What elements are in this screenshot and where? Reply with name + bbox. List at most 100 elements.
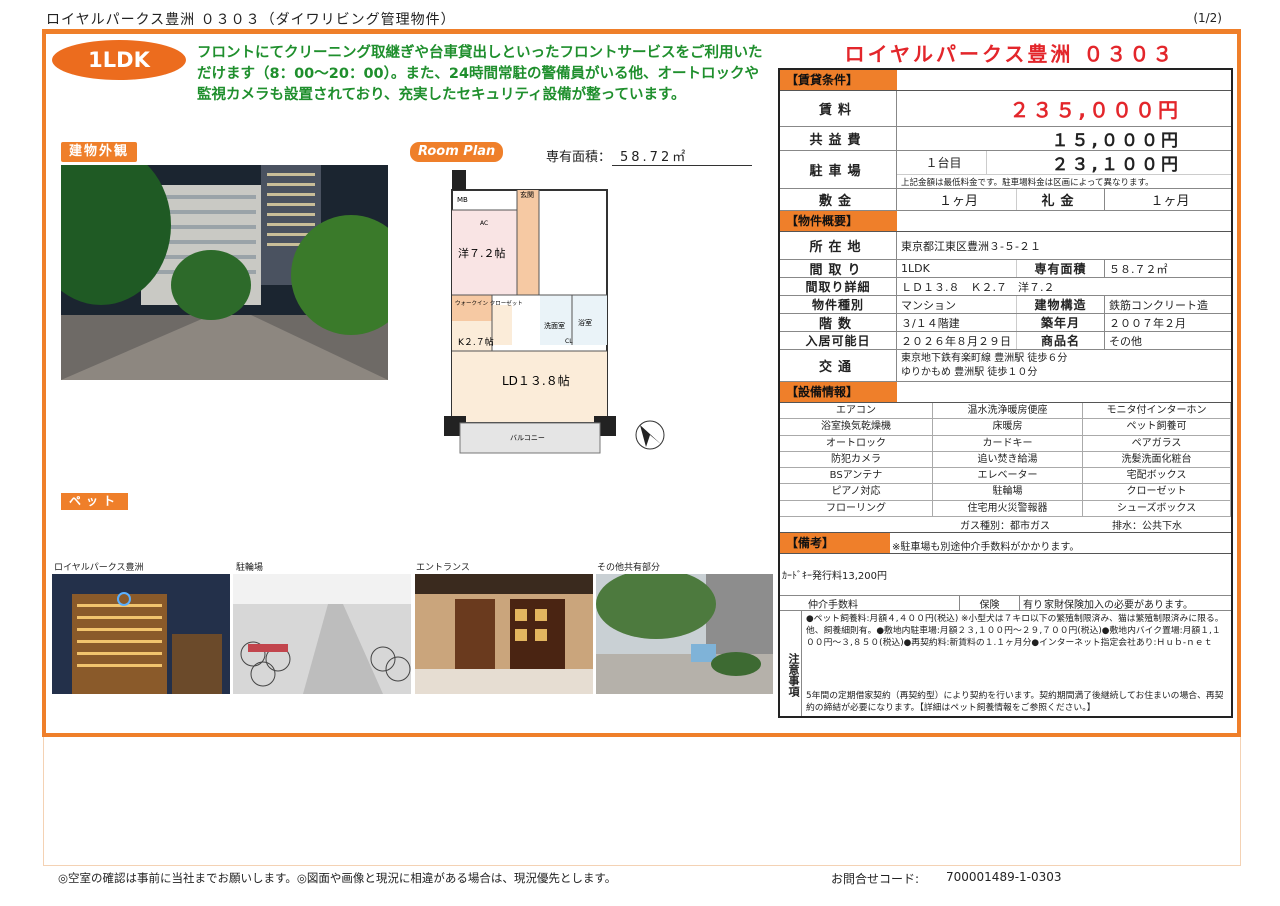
address-value: 東京都江東区豊洲３-５-２１ [901, 239, 1041, 253]
parking-value: ２３,１００円 [1051, 155, 1181, 175]
area-field-label: 専有面積 [1017, 260, 1105, 277]
equipment-item: 床暖房 [933, 419, 1083, 436]
equipment-item: 洗髪洗面化粧台 [1083, 451, 1231, 469]
equipment-item: フローリング [780, 500, 933, 518]
equipment-item: 駐輪場 [933, 484, 1083, 501]
caution-text-1: ●ペット飼養料:月額４,４００円(税込) ※小型犬は７キロ以下の繁殖制限済み、猫… [806, 614, 1224, 649]
inquiry-label: お問合せコード: [831, 872, 920, 886]
equipment-item: エアコン [780, 403, 933, 420]
deposit-label: 敷金 [780, 189, 897, 210]
built-value: ２００７年２月 [1109, 316, 1186, 330]
parking-note: 上記金額は最低料金です。駐車場料金は区画によって異なります。 [901, 178, 1154, 188]
fp-western: 洋７.２帖 [458, 246, 506, 260]
catch-copy: フロントにてクリーニング取継ぎや台車貸出しといったフロントサービスをご利用いただ… [197, 45, 763, 103]
structure-label: 建物構造 [1017, 296, 1105, 313]
thumb-building-photo [52, 574, 230, 694]
equipment-item: 浴室換気乾燥機 [780, 419, 933, 436]
fp-walkin: ウォークイン クローゼット [455, 299, 523, 307]
card-fee: ｶｰﾄﾞｷｰ発行料13,200円 [780, 554, 1231, 597]
parking-label: 駐車場 [780, 151, 897, 188]
product-value: その他 [1109, 334, 1142, 348]
fp-kitchen: K２.７帖 [458, 336, 494, 348]
area-label: 専有面積： [546, 150, 612, 165]
fp-ldk: LD１３.８帖 [502, 373, 570, 388]
area-field-value: ５８.７２㎡ [1109, 262, 1168, 276]
blank-area [43, 737, 1241, 866]
page-number: (1/2) [1193, 11, 1222, 25]
gas-type: ガス種別：都市ガス [960, 521, 1050, 533]
traffic-line-2: ゆりかもめ 豊洲駅 徒歩１０分 [901, 366, 1038, 378]
parking-slot: １台目 [897, 151, 987, 174]
thumb-common-area-photo [596, 574, 773, 694]
equipment-section-header: 【設備情報】 [780, 382, 897, 402]
product-label: 商品名 [1017, 332, 1105, 349]
broker-fee-label: 仲介手数料 [780, 596, 960, 611]
thumb-caption: その他共有部分 [597, 563, 661, 573]
move-in-label: 入居可能日 [780, 332, 897, 349]
floor-value: ３/１４階建 [897, 314, 1017, 331]
equipment-item: 追い焚き給湯 [933, 451, 1083, 469]
fp-bath: 浴室 [578, 318, 592, 327]
caution-label: 注意事項 [780, 611, 802, 717]
fp-ac: AC [480, 220, 488, 227]
thumb-caption: 駐輪場 [236, 563, 264, 573]
floor-label: 階数 [780, 314, 897, 332]
detail-table: 【賃貸条件】 賃料 ２３５,０００円 共益費 １５,０００円 駐車場 １台目 ２… [778, 68, 1233, 719]
common-fee-label: 共益費 [780, 127, 897, 150]
equipment-item: 防犯カメラ [780, 451, 933, 469]
equipment-item: BSアンテナ [780, 468, 933, 485]
exterior-label: 建物外観 [61, 142, 138, 162]
thumb-entrance-photo [415, 574, 593, 694]
equipment-item: エレベーター [933, 468, 1083, 485]
remarks-section-header: 【備考】 [780, 533, 890, 554]
equipment-item: モニタ付インターホン [1083, 403, 1231, 420]
property-name: ロイヤルパークス豊洲 ０３０３ [844, 42, 1176, 66]
exterior-photo [61, 165, 388, 380]
footer-note: ◎空室の確認は事前に当社までお願いします。◎図面や画像と現況に相違がある場合は、… [58, 871, 617, 885]
fp-balcony: バルコニー [510, 434, 545, 442]
area-value: 58.72㎡ [612, 146, 752, 166]
key-money-label: 礼金 [1017, 189, 1105, 210]
layout-label: 間取り [780, 260, 897, 278]
fp-cl: CL [565, 338, 573, 345]
thumb-caption: ロイヤルパークス豊洲 [54, 563, 144, 573]
layout-detail-value: ＬＤ１３.８ Ｋ２.７ 洋７.２ [901, 280, 1055, 294]
thumb-caption: エントランス [416, 563, 470, 573]
room-type-badge: 1LDK [52, 40, 186, 80]
room-plan-label: Room Plan [410, 142, 504, 162]
equipment-item: ペアガラス [1083, 435, 1231, 452]
deposit-value: １ヶ月 [897, 189, 1017, 210]
insurance-value: 有り [1023, 600, 1043, 612]
equipment-grid: エアコン 温水洗浄暖房便座 モニタ付インターホン 浴室換気乾燥機 床暖房 ペット飼養可 オー… [780, 403, 1231, 518]
drain-type: 排水：公共下水 [1112, 521, 1182, 533]
address-label: 所在地 [780, 232, 897, 259]
caution-text-2: 5年間の定期借家契約（再契約型）により契約を行います。契約期間満了後継続してお住… [806, 691, 1224, 714]
floor-plan: MB 玄関 AC 洋７.２帖 ウォークイン クローゼット K２.７帖 洗面室 浴… [440, 165, 670, 460]
thumb-bicycle-photo [233, 574, 411, 694]
rent-section-header: 【賃貸条件】 [780, 70, 897, 90]
equipment-item: 宅配ボックス [1083, 468, 1231, 485]
equipment-item: ピアノ対応 [780, 484, 933, 501]
fp-entrance: 玄関 [520, 190, 534, 199]
traffic-label: 交通 [780, 350, 897, 381]
rent-label: 賃料 [780, 91, 897, 126]
insurance-note: 家財保険加入の必要があります。 [1044, 600, 1193, 612]
insurance-label: 保険 [960, 596, 1020, 611]
equipment-item: クローゼット [1083, 484, 1231, 501]
overview-section-header: 【物件概要】 [780, 211, 897, 231]
property-type-value: マンション [897, 296, 1017, 313]
fp-washroom: 洗面室 [544, 321, 565, 330]
equipment-item: オートロック [780, 435, 933, 452]
common-fee-value: １５,０００円 [1051, 131, 1181, 151]
inquiry-code: 700001489-1-0303 [946, 870, 1062, 884]
key-money-value: １ヶ月 [1150, 194, 1190, 209]
page-title: ロイヤルパークス豊洲 ０３０３（ダイワリビング管理物件） [46, 12, 456, 28]
pet-label: ペット [61, 493, 129, 510]
built-label: 築年月 [1017, 314, 1105, 331]
equipment-item: カードキー [933, 435, 1083, 452]
equipment-item: 住宅用火災警報器 [933, 500, 1083, 518]
remarks-note: ※駐車場も別途仲介手数料がかかります。 [892, 542, 1080, 554]
rent-value: ２３５,０００円 [1009, 98, 1181, 122]
equipment-item: シューズボックス [1083, 500, 1231, 518]
layout-detail-label: 間取り詳細 [780, 278, 897, 295]
